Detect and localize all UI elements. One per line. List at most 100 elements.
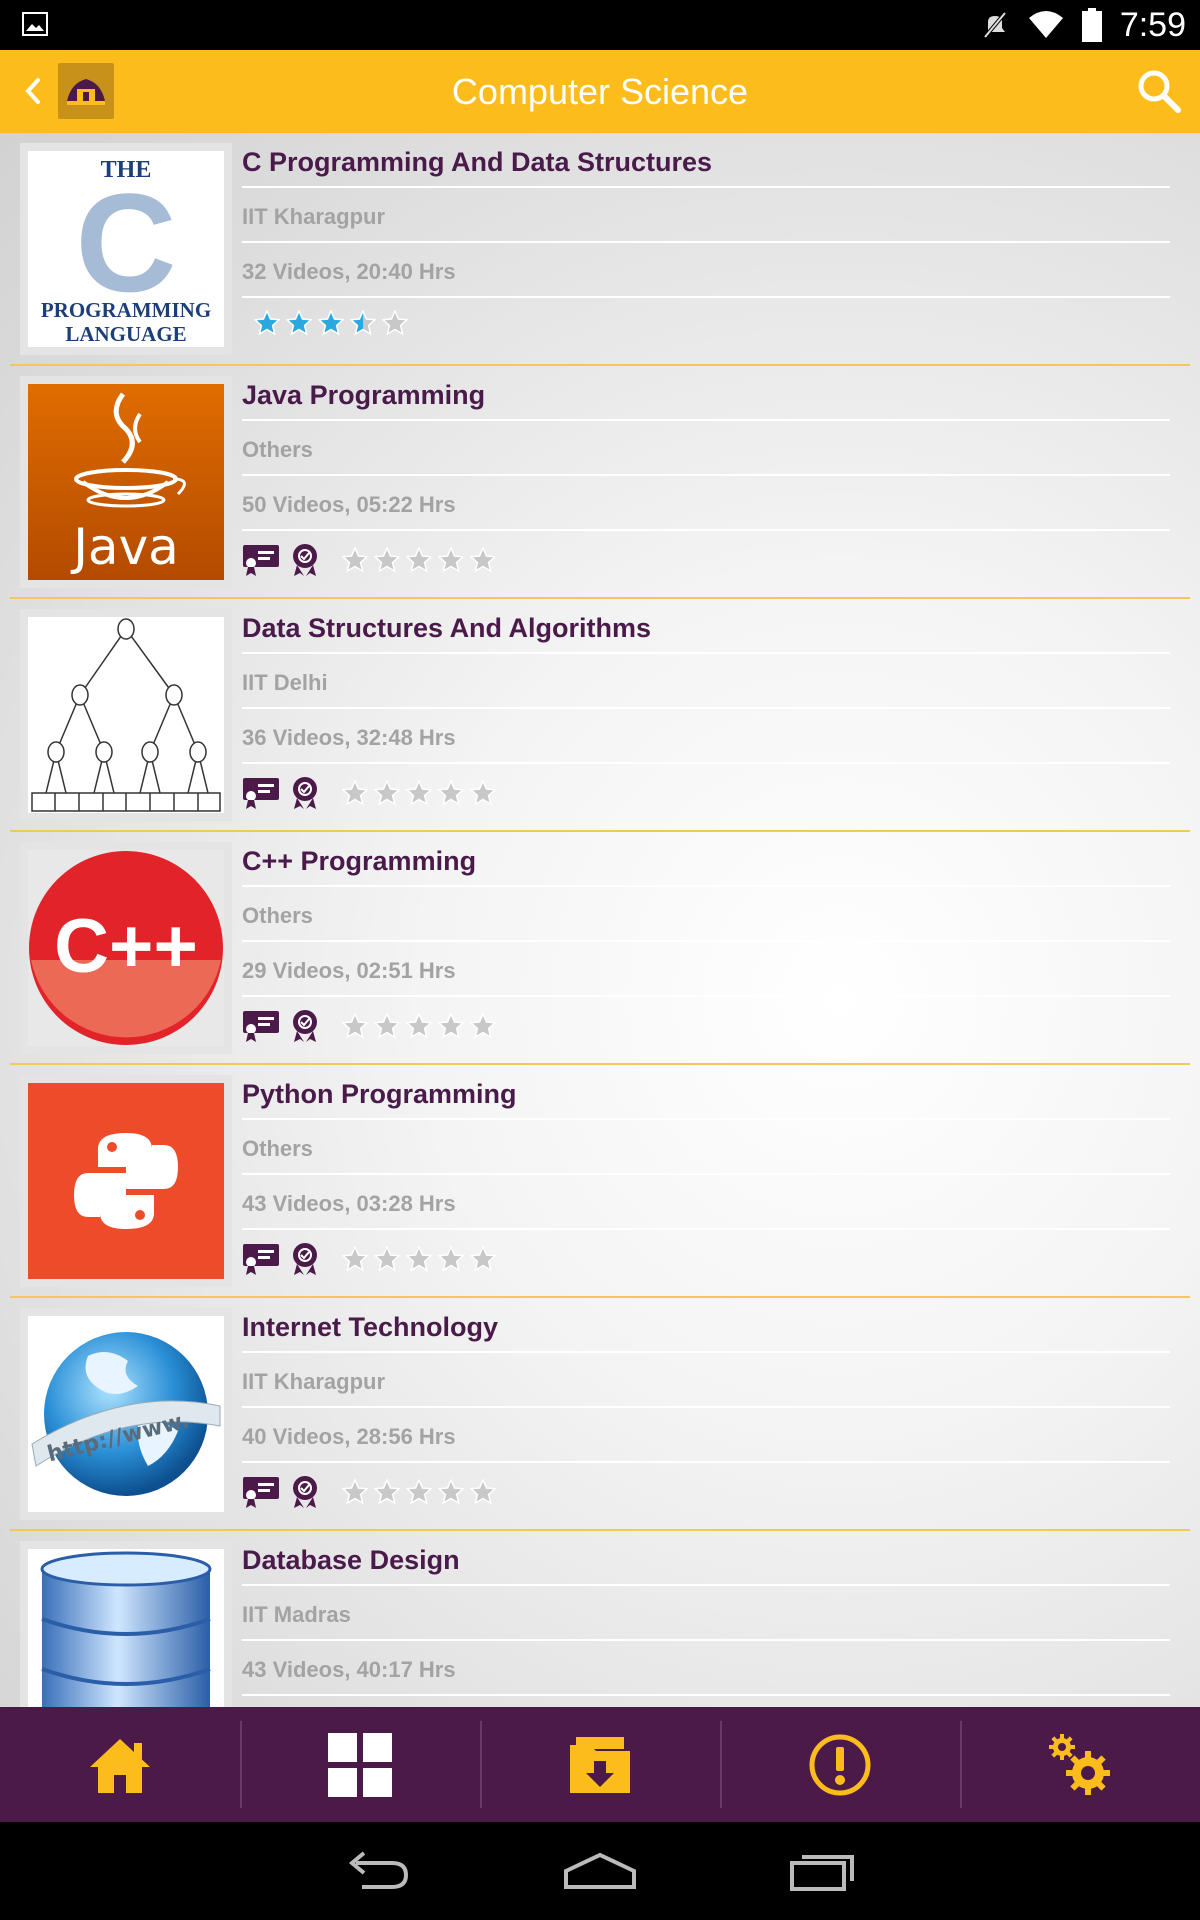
certificate-icon: [243, 778, 279, 809]
system-nav: [0, 1822, 1200, 1920]
star-icon: [382, 310, 408, 336]
star-icon: [438, 1246, 464, 1272]
star-icon: [374, 1013, 400, 1039]
star-icon: [406, 1479, 432, 1505]
bottom-nav: [0, 1707, 1200, 1822]
rating-stars: [254, 310, 408, 336]
rating-row: [242, 1242, 496, 1276]
rating-stars: [342, 547, 496, 573]
app-header: Computer Science: [0, 50, 1200, 133]
star-icon: [254, 310, 280, 336]
list-item[interactable]: Java Java Programming Others 50 Videos, …: [10, 366, 1190, 599]
course-thumbnail: THE C PROGRAMMING LANGUAGE: [20, 143, 232, 355]
star-icon: [470, 547, 496, 573]
star-icon: [438, 780, 464, 806]
course-title[interactable]: Java Programming: [242, 380, 485, 411]
thumb-line4: LANGUAGE: [65, 322, 186, 346]
star-icon: [406, 780, 432, 806]
alert-icon: [809, 1734, 871, 1795]
certificate-icon: [243, 1011, 279, 1042]
wifi-icon: [1028, 11, 1063, 38]
course-thumbnail: C++: [20, 842, 232, 1054]
course-thumbnail: [20, 1075, 232, 1287]
award-icon: [293, 1243, 317, 1275]
nav-categories[interactable]: [240, 1707, 480, 1822]
star-icon: [342, 1013, 368, 1039]
course-list[interactable]: THE C PROGRAMMING LANGUAGE C Programming…: [0, 133, 1200, 1707]
star-icon: [470, 1479, 496, 1505]
thumb-label: Java: [70, 518, 179, 576]
star-icon: [470, 1246, 496, 1272]
star-icon: [342, 1479, 368, 1505]
list-item[interactable]: Python Programming Others 43 Videos, 03:…: [10, 1065, 1190, 1298]
rating-row: [242, 1009, 496, 1043]
page-title: Computer Science: [451, 71, 749, 112]
mute-icon: [983, 11, 1007, 39]
course-stats: 29 Videos, 02:51 Hrs: [242, 958, 456, 983]
course-title[interactable]: Database Design: [242, 1545, 460, 1576]
status-bar: 7:59: [0, 0, 1200, 50]
star-icon: [350, 310, 376, 336]
python-logo-icon: [74, 1133, 178, 1229]
rating-stars: [342, 1013, 496, 1039]
certificate-icon: [243, 545, 279, 576]
course-title[interactable]: Data Structures And Algorithms: [242, 613, 651, 644]
course-title[interactable]: C Programming And Data Structures: [242, 147, 712, 178]
course-title[interactable]: Internet Technology: [242, 1312, 498, 1343]
star-icon: [438, 1013, 464, 1039]
image-icon: [22, 12, 48, 36]
rating-stars: [342, 780, 496, 806]
course-stats: 50 Videos, 05:22 Hrs: [242, 492, 456, 517]
course-stats: 36 Videos, 32:48 Hrs: [242, 725, 456, 750]
course-title[interactable]: Python Programming: [242, 1079, 517, 1110]
course-thumbnail: http://www.: [20, 1308, 232, 1520]
back-icon[interactable]: [342, 1851, 412, 1891]
star-icon: [438, 547, 464, 573]
battery-icon: [1081, 8, 1102, 42]
nav-home[interactable]: [0, 1707, 240, 1822]
list-item[interactable]: Database Design IIT Madras 43 Videos, 40…: [10, 1531, 1190, 1707]
download-folder-icon: [570, 1736, 630, 1793]
course-thumbnail: [20, 1541, 232, 1707]
home-logo-icon[interactable]: [58, 63, 114, 119]
nav-downloads[interactable]: [480, 1707, 720, 1822]
chevron-left-icon[interactable]: [18, 70, 48, 112]
star-icon: [374, 1479, 400, 1505]
course-title[interactable]: C++ Programming: [242, 846, 476, 877]
nav-about[interactable]: [720, 1707, 960, 1822]
home-icon: [90, 1738, 150, 1793]
list-item[interactable]: Data Structures And Algorithms IIT Delhi…: [10, 599, 1190, 832]
certificate-icon: [243, 1244, 279, 1275]
certificate-icon: [243, 1477, 279, 1508]
course-institute: IIT Kharagpur: [242, 1369, 386, 1394]
course-stats: 43 Videos, 40:17 Hrs: [242, 1657, 456, 1682]
home-outline-icon[interactable]: [562, 1851, 638, 1891]
rating-row: [254, 310, 408, 336]
course-institute: IIT Madras: [242, 1602, 351, 1627]
gears-icon: [1049, 1733, 1110, 1795]
nav-settings[interactable]: [960, 1707, 1200, 1822]
rating-row: [242, 1475, 496, 1509]
star-icon: [286, 310, 312, 336]
rating-row: [242, 543, 496, 577]
star-icon: [342, 547, 368, 573]
list-item[interactable]: http://www. Internet Technology IIT Khar…: [10, 1298, 1190, 1531]
course-institute: Others: [242, 1136, 313, 1161]
list-item[interactable]: C++ C++ Programming Others 29 Videos, 02…: [10, 832, 1190, 1065]
rating-stars: [342, 1246, 496, 1272]
star-icon: [374, 547, 400, 573]
star-icon: [374, 780, 400, 806]
course-institute: Others: [242, 437, 313, 462]
star-icon: [318, 310, 344, 336]
course-stats: 32 Videos, 20:40 Hrs: [242, 259, 456, 284]
star-icon: [406, 547, 432, 573]
star-icon: [438, 1479, 464, 1505]
award-icon: [293, 1010, 317, 1042]
star-icon: [374, 1246, 400, 1272]
award-icon: [293, 777, 317, 809]
list-item[interactable]: THE C PROGRAMMING LANGUAGE C Programming…: [10, 133, 1190, 366]
search-icon[interactable]: [1136, 68, 1182, 114]
recents-icon[interactable]: [788, 1851, 858, 1891]
thumb-line3: PROGRAMMING: [41, 298, 211, 322]
grid-icon: [328, 1732, 392, 1797]
